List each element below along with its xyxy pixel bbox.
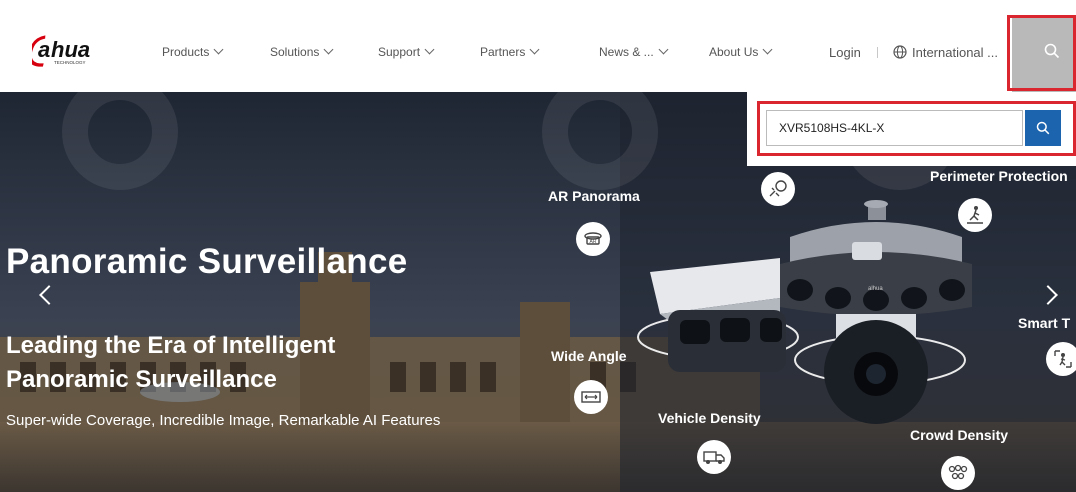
login-link[interactable]: Login bbox=[829, 45, 861, 60]
globe-icon[interactable] bbox=[893, 45, 907, 64]
panoramic-camera-product bbox=[650, 258, 786, 372]
wide-angle-icon bbox=[574, 380, 608, 414]
feature-wide-angle-label: Wide Angle bbox=[551, 348, 627, 364]
highlight-box-search-field bbox=[757, 101, 1076, 156]
perimeter-protection-icon bbox=[958, 198, 992, 232]
nav-products[interactable]: Products bbox=[162, 44, 224, 59]
highlight-box-search-button bbox=[1007, 15, 1076, 91]
chevron-down-icon bbox=[658, 44, 669, 55]
smart-tracking-icon bbox=[1046, 342, 1076, 376]
hero-subtitle: Super-wide Coverage, Incredible Image, R… bbox=[6, 412, 441, 429]
feature-crowd-density-label: Crowd Density bbox=[910, 427, 1009, 443]
site-header: a hua TECHNOLOGY Products Solutions Supp… bbox=[0, 0, 1076, 92]
dahua-logo[interactable]: a hua TECHNOLOGY bbox=[32, 34, 130, 68]
feature-vehicle-density-label: Vehicle Density bbox=[658, 410, 761, 426]
hero-title: Panoramic Surveillance bbox=[6, 242, 408, 281]
svg-text:AR: AR bbox=[590, 239, 597, 245]
logo-sub-text: TECHNOLOGY bbox=[54, 60, 86, 65]
hero-headline-line-1: Leading the Era of Intelligent bbox=[6, 332, 336, 359]
hero-headline-line-2: Panoramic Surveillance bbox=[6, 366, 277, 393]
chevron-down-icon bbox=[213, 44, 224, 55]
feature-smart-tracking-label: Smart T bbox=[1018, 315, 1071, 331]
svg-text:alhua: alhua bbox=[868, 286, 883, 292]
nav-about-us[interactable]: About Us bbox=[709, 44, 773, 59]
chevron-down-icon bbox=[323, 44, 334, 55]
chevron-down-icon bbox=[424, 44, 435, 55]
feature-perimeter-protection-label: Perimeter Protection bbox=[930, 168, 1068, 184]
svg-text:hua: hua bbox=[51, 37, 90, 62]
motion-tracking-icon bbox=[761, 172, 795, 206]
region-selector[interactable]: International ... bbox=[912, 45, 998, 60]
nav-divider bbox=[877, 47, 878, 58]
crowd-density-icon bbox=[941, 456, 975, 490]
nav-partners[interactable]: Partners bbox=[480, 44, 540, 59]
nav-news[interactable]: News & ... bbox=[599, 44, 669, 59]
svg-text:a: a bbox=[38, 37, 50, 62]
vehicle-density-icon bbox=[697, 440, 731, 474]
nav-solutions[interactable]: Solutions bbox=[270, 44, 334, 59]
feature-ar-panorama-label: AR Panorama bbox=[548, 188, 640, 204]
chevron-down-icon bbox=[529, 44, 540, 55]
ar-panorama-icon: AR bbox=[576, 222, 610, 256]
nav-support[interactable]: Support bbox=[378, 44, 435, 59]
chevron-down-icon bbox=[762, 44, 773, 55]
